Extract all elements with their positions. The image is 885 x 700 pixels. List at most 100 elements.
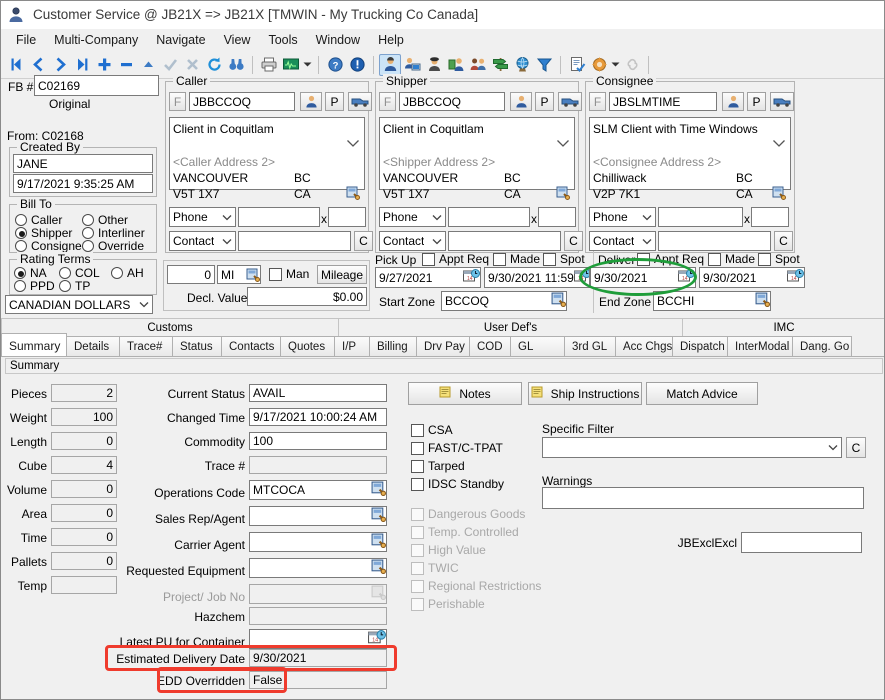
sales-rep-input[interactable] [249, 506, 387, 526]
consignee-phone-input[interactable] [658, 207, 743, 227]
mileage-button[interactable]: Mileage [317, 265, 367, 284]
warnings-input[interactable] [542, 487, 864, 509]
deliver-spot-checkbox[interactable]: Spot [758, 252, 800, 266]
end-zone-input[interactable]: BCCHI [653, 291, 771, 311]
caller-address-expand-icon[interactable] [346, 137, 360, 151]
lookup-icon[interactable] [246, 268, 260, 282]
consignee-p-button[interactable]: P [747, 92, 766, 111]
pallets-input[interactable]: 0 [51, 552, 117, 570]
currency-combo[interactable]: CANADIAN DOLLARS [5, 295, 153, 314]
jbexclexcl-input[interactable] [741, 532, 862, 553]
lookup-icon[interactable] [371, 481, 386, 499]
caller-code-input[interactable]: JBBCCOQ [189, 92, 295, 111]
decl-value-input[interactable]: $0.00 [247, 287, 367, 306]
first-record-icon[interactable] [5, 54, 27, 76]
consignee-profile-button[interactable] [722, 92, 744, 111]
ship-instructions-button[interactable]: Ship Instructions [528, 382, 642, 405]
previous-record-icon[interactable] [27, 54, 49, 76]
tab-cod[interactable]: COD [469, 336, 511, 357]
commodity-input[interactable]: 100 [249, 432, 387, 450]
shipper-contact-button[interactable]: C [564, 231, 583, 251]
distance-input[interactable]: 0 [167, 265, 215, 284]
fb-number-input[interactable]: C02169 [34, 75, 159, 96]
shipper-phone-input[interactable] [448, 207, 530, 227]
radio-rating-col[interactable]: COL [59, 266, 100, 280]
deliver-appt-req-checkbox[interactable]: Appt Req [637, 252, 704, 266]
tab-ip[interactable]: I/P [334, 336, 370, 357]
idsc-standby-checkbox[interactable]: IDSC Standby [411, 477, 504, 491]
caller-profile-button[interactable] [300, 92, 322, 111]
distance-units-input[interactable]: MI [217, 265, 261, 284]
shipper-address-expand-icon[interactable] [556, 137, 570, 151]
lookup-icon[interactable] [551, 292, 566, 310]
radio-bill-to-consignee[interactable]: Consignee [15, 239, 88, 253]
man-checkbox[interactable]: Man [269, 267, 309, 281]
accept-icon[interactable] [159, 54, 181, 76]
menu-window[interactable]: Window [307, 31, 369, 49]
next-record-icon[interactable] [49, 54, 71, 76]
estimated-delivery-date-input[interactable]: 9/30/2021 [249, 649, 387, 667]
tab-acc-chgs[interactable]: Acc Chgs [615, 336, 673, 357]
edd-overridden-input[interactable]: False [249, 671, 387, 689]
radio-bill-to-interliner[interactable]: Interliner [82, 226, 145, 240]
length-input[interactable]: 0 [51, 432, 117, 450]
changed-time-input[interactable]: 9/17/2021 10:00:24 AM [249, 408, 387, 426]
tab-status[interactable]: Status [172, 336, 222, 357]
monitor-icon[interactable] [280, 54, 302, 76]
caller-phone-type-combo[interactable]: Phone [169, 207, 236, 227]
consignee-ext-input[interactable] [751, 207, 789, 227]
up-icon[interactable] [137, 54, 159, 76]
menu-view[interactable]: View [215, 31, 260, 49]
dispatch-icon[interactable] [401, 54, 423, 76]
tab-quotes[interactable]: Quotes [280, 336, 335, 357]
calendar-icon[interactable]: 14 [368, 630, 386, 649]
shipper-f-button[interactable]: F [379, 92, 396, 111]
info-icon[interactable] [346, 54, 368, 76]
consignee-f-button[interactable]: F [589, 92, 606, 111]
tab-details[interactable]: Details [66, 336, 120, 357]
specific-filter-combo[interactable] [542, 437, 842, 458]
match-advice-button[interactable]: Match Advice [646, 382, 758, 405]
radio-bill-to-override[interactable]: Override [82, 239, 144, 253]
cancel-icon[interactable] [181, 54, 203, 76]
lookup-icon[interactable] [755, 292, 770, 310]
tab-dispatch[interactable]: Dispatch [672, 336, 728, 357]
fast-ctpat-checkbox[interactable]: FAST/C-TPAT [411, 441, 503, 455]
refresh-icon[interactable] [203, 54, 225, 76]
print-icon[interactable] [258, 54, 280, 76]
created-by-user-input[interactable]: JANE [13, 154, 153, 173]
tarped-checkbox[interactable]: Tarped [411, 459, 465, 473]
radio-bill-to-caller[interactable]: Caller [15, 213, 62, 227]
consignee-phone-type-combo[interactable]: Phone [589, 207, 656, 227]
tab-drv-pay[interactable]: Drv Pay [416, 336, 470, 357]
signpost-icon[interactable] [489, 54, 511, 76]
link-icon[interactable] [621, 54, 643, 76]
tab-summary[interactable]: Summary [1, 333, 67, 357]
calendar-icon[interactable]: 14 [463, 269, 480, 287]
shipper-code-input[interactable]: JBBCCOQ [399, 92, 505, 111]
pickup-date-from-input[interactable]: 9/27/2021 14 [375, 267, 481, 288]
radio-bill-to-shipper[interactable]: Shipper [15, 226, 72, 240]
requested-equipment-input[interactable] [249, 558, 387, 578]
caller-address-lookup-icon[interactable] [346, 186, 360, 203]
people-icon[interactable] [467, 54, 489, 76]
caller-f-button[interactable]: F [169, 92, 186, 111]
menu-file[interactable]: File [7, 31, 45, 49]
caller-truck-button[interactable] [348, 92, 372, 111]
carrier-icon[interactable] [445, 54, 467, 76]
consignee-address-expand-icon[interactable] [772, 137, 786, 151]
start-zone-input[interactable]: BCCOQ [441, 291, 567, 311]
latest-pu-for-container-input[interactable]: 14 [249, 629, 387, 649]
caller-contact-button[interactable]: C [354, 231, 373, 251]
calendar-icon[interactable]: 14 [574, 269, 590, 287]
weight-input[interactable]: 100 [51, 408, 117, 426]
shipper-address-lookup-icon[interactable] [556, 186, 570, 203]
caller-phone-input[interactable] [238, 207, 320, 227]
tab-gl[interactable]: GL [510, 336, 565, 357]
shipper-p-button[interactable]: P [535, 92, 554, 111]
deliver-made-checkbox[interactable]: Made [708, 252, 755, 266]
driver-icon[interactable] [423, 54, 445, 76]
radio-rating-na[interactable]: NA [14, 266, 47, 280]
specific-filter-button[interactable]: C [846, 437, 866, 458]
deliver-date-to-input[interactable]: 9/30/2021 14 [699, 267, 805, 288]
